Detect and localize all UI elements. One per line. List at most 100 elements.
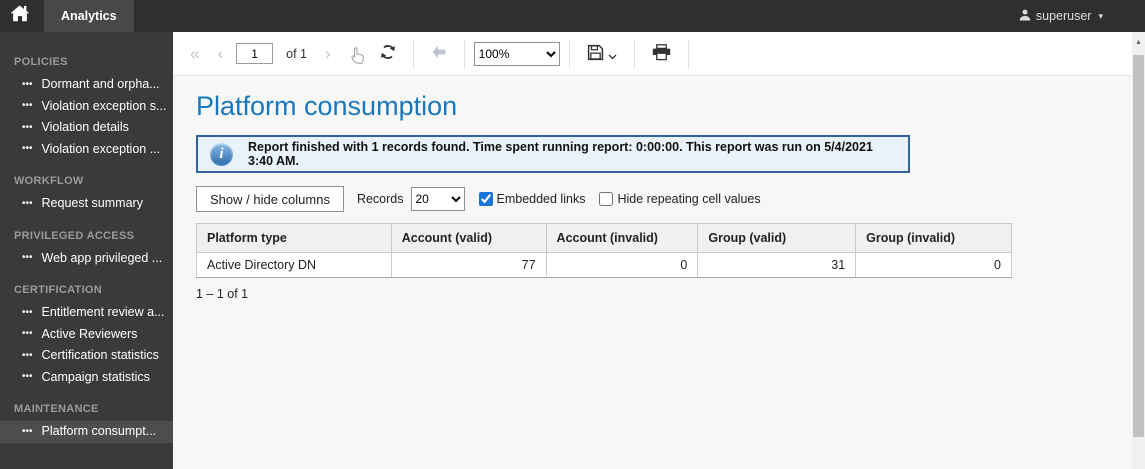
sidebar-item-violation-details[interactable]: ••• Violation details: [0, 117, 173, 139]
back-arrow-icon: [431, 45, 447, 62]
sidebar: POLICIES ••• Dormant and orpha... ••• Vi…: [0, 32, 173, 469]
save-icon: [587, 44, 604, 64]
cell-platform-type: Active Directory DN: [196, 252, 392, 278]
section-title: PRIVILEGED ACCESS: [14, 229, 135, 242]
cell-group-invalid: 0: [855, 252, 1012, 278]
hide-repeating-label: Hide repeating cell values: [617, 192, 761, 206]
report-item-icon: •••: [22, 197, 33, 209]
report-controls: Show / hide columns Records 20 Embedded …: [196, 186, 1132, 212]
section-title: POLICIES: [14, 56, 68, 68]
sidebar-section-privileged-access: PRIVILEGED ACCESS ••• Web app privileged…: [0, 215, 173, 270]
sidebar-item-label: Entitlement review a...: [41, 305, 165, 319]
column-header-account-invalid: Account (invalid): [545, 223, 699, 253]
home-icon: [10, 5, 30, 27]
topbar: Analytics superuser ▾: [0, 0, 1145, 32]
sidebar-item-label: Violation details: [41, 120, 129, 134]
report-item-icon: •••: [22, 328, 33, 340]
report-item-icon: •••: [22, 425, 33, 437]
report-item-icon: •••: [22, 371, 33, 383]
sidebar-item-violation-exception-s[interactable]: ••• Violation exception s...: [0, 96, 173, 118]
home-button[interactable]: [0, 0, 38, 32]
sidebar-item-label: Campaign statistics: [41, 369, 150, 384]
embedded-links-checkbox[interactable]: [478, 192, 493, 206]
hide-repeating-checkbox[interactable]: [599, 192, 614, 206]
report-info-banner: i Report finished with 1 records found. …: [196, 135, 910, 173]
column-header-group-invalid: Group (invalid): [855, 223, 1012, 253]
page-number-input[interactable]: [236, 43, 274, 64]
sidebar-item-label: Active Reviewers: [41, 326, 138, 341]
user-name: superuser: [1035, 9, 1092, 23]
sidebar-item-active-reviewers[interactable]: ••• Active Reviewers: [0, 324, 173, 346]
toolbar-separator: [412, 38, 414, 69]
sidebar-item-label: Web app privileged ...: [41, 250, 163, 265]
report-content: Platform consumption i Report finished w…: [173, 91, 1132, 301]
sidebar-item-label: Request summary: [41, 196, 143, 210]
records-label: Records: [356, 192, 404, 206]
report-item-icon: •••: [22, 306, 33, 318]
column-header-account-valid: Account (valid): [390, 223, 547, 253]
cell-group-valid: 31: [697, 252, 857, 278]
section-title: WORKFLOW: [14, 175, 84, 187]
scroll-up-icon[interactable]: ▴: [1132, 37, 1145, 46]
report-toolbar: « ‹ of 1 ›: [173, 32, 1132, 76]
sidebar-item-platform-consumption[interactable]: ••• Platform consumpt...: [0, 421, 173, 443]
sidebar-item-request-summary[interactable]: ••• Request summary: [0, 193, 173, 215]
page-count-label: of 1: [286, 46, 307, 61]
report-item-icon: •••: [22, 78, 33, 90]
sidebar-item-label: Violation exception ...: [41, 141, 161, 156]
hide-repeating-control[interactable]: Hide repeating cell values: [599, 192, 761, 206]
report-item-icon: •••: [22, 143, 33, 155]
info-icon: i: [210, 142, 233, 166]
report-table: Platform type Account (valid) Account (i…: [196, 223, 1012, 278]
show-hide-columns-button[interactable]: Show / hide columns: [196, 186, 344, 212]
toolbar-separator: [463, 38, 465, 69]
sidebar-section-workflow: WORKFLOW ••• Request summary: [0, 160, 173, 215]
toolbar-separator: [687, 38, 689, 69]
page-title: Platform consumption: [196, 91, 458, 121]
section-title: CERTIFICATION: [14, 284, 103, 296]
hand-cursor-icon: [350, 45, 366, 69]
next-page-button[interactable]: ›: [316, 45, 340, 62]
column-header-group-valid: Group (valid): [697, 223, 857, 253]
user-menu[interactable]: superuser ▾: [1019, 9, 1103, 24]
print-button[interactable]: [644, 40, 679, 68]
user-icon: [1019, 9, 1031, 24]
sidebar-item-entitlement-review[interactable]: ••• Entitlement review a...: [0, 302, 173, 324]
sidebar-item-certification-statistics[interactable]: ••• Certification statistics: [0, 345, 173, 367]
sidebar-item-label: Platform consumpt...: [41, 424, 157, 438]
row-range-label: 1 – 1 of 1: [196, 287, 249, 301]
cell-account-valid: 77: [390, 252, 547, 278]
toolbar-separator: [568, 38, 570, 69]
first-page-button[interactable]: «: [181, 45, 208, 62]
tab-analytics[interactable]: Analytics: [44, 0, 134, 32]
section-title: MAINTENANCE: [14, 403, 99, 415]
refresh-button[interactable]: [372, 40, 404, 67]
zoom-select[interactable]: 100%: [473, 41, 560, 66]
cell-account-invalid: 0: [545, 252, 699, 278]
sidebar-item-label: Violation exception s...: [41, 98, 167, 113]
export-button[interactable]: [579, 40, 625, 68]
chevron-down-icon: [608, 48, 617, 63]
previous-page-button[interactable]: ‹: [208, 45, 232, 62]
printer-icon: [652, 43, 671, 64]
sidebar-item-campaign-statistics[interactable]: ••• Campaign statistics: [0, 367, 173, 389]
chevron-down-icon: ▾: [1098, 10, 1103, 21]
sidebar-section-certification: CERTIFICATION ••• Entitlement review a..…: [0, 269, 173, 388]
report-item-icon: •••: [22, 121, 33, 133]
embedded-links-label: Embedded links: [496, 192, 586, 206]
report-item-icon: •••: [22, 100, 33, 112]
records-per-page-select[interactable]: 20: [410, 187, 465, 211]
sidebar-item-dormant-and-orphaned[interactable]: ••• Dormant and orpha...: [0, 74, 173, 96]
sidebar-item-violation-exception[interactable]: ••• Violation exception ...: [0, 139, 173, 161]
back-button[interactable]: [423, 41, 455, 66]
sidebar-item-label: Dormant and orpha...: [41, 77, 160, 91]
sidebar-item-web-app-privileged[interactable]: ••• Web app privileged ...: [0, 248, 173, 270]
vertical-scrollbar[interactable]: ▴: [1132, 32, 1145, 469]
sidebar-section-policies: POLICIES ••• Dormant and orpha... ••• Vi…: [0, 56, 173, 160]
refresh-icon: [380, 44, 396, 63]
table-row: Active Directory DN 77 0 31 0: [196, 252, 1012, 278]
column-header-platform-type: Platform type: [196, 223, 392, 253]
embedded-links-control[interactable]: Embedded links: [478, 192, 586, 206]
sidebar-section-maintenance: MAINTENANCE ••• Platform consumpt...: [0, 388, 173, 443]
scrollbar-thumb[interactable]: [1133, 55, 1144, 437]
